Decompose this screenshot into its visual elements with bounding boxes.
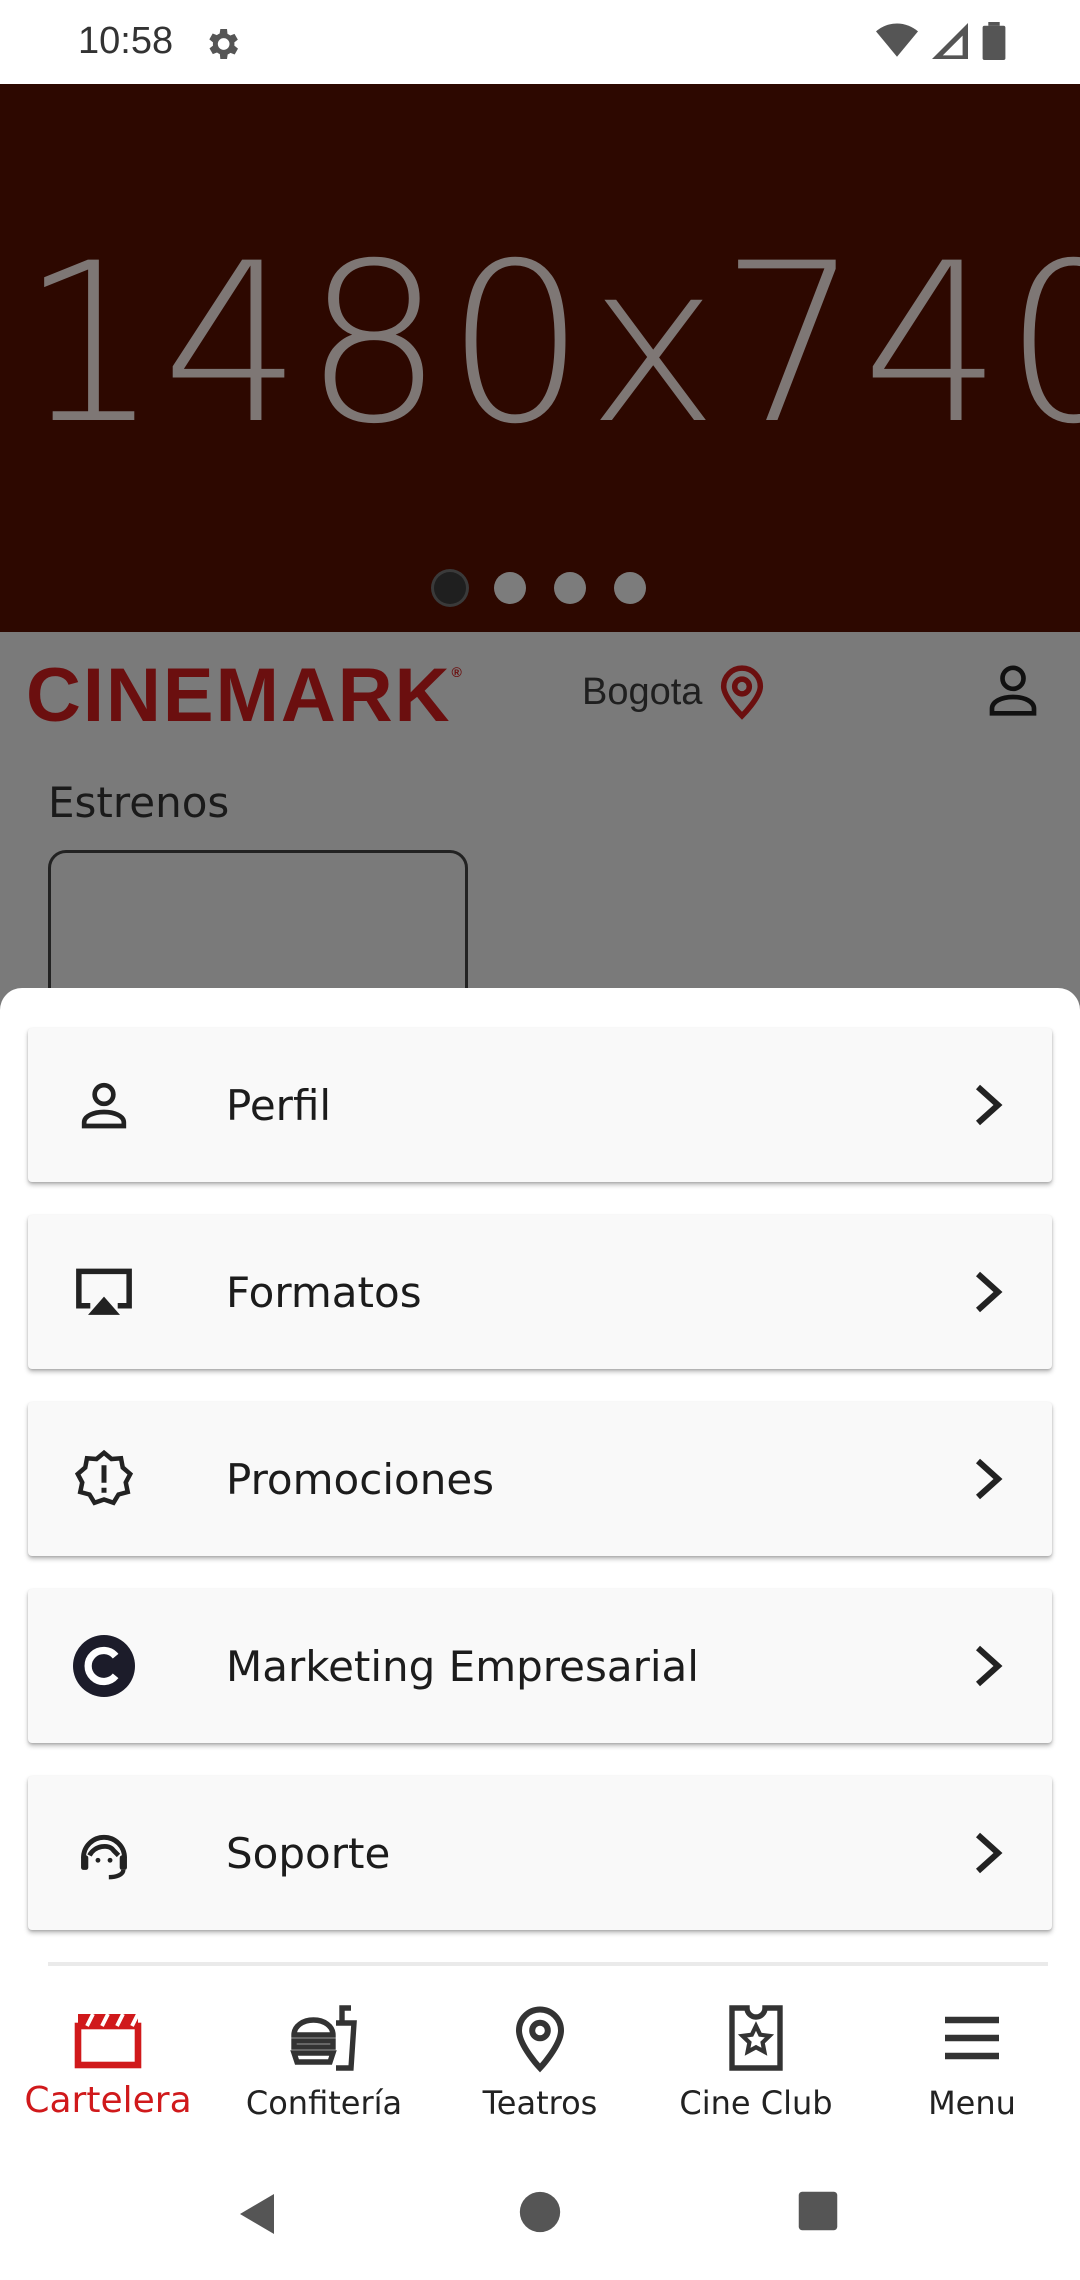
airplay-icon bbox=[72, 1260, 136, 1324]
logo-registered-mark: ® bbox=[451, 664, 464, 680]
banner-carousel[interactable]: 1480x740 bbox=[0, 84, 1080, 632]
nav-item-label: Cine Club bbox=[679, 2084, 833, 2122]
support-agent-icon bbox=[72, 1821, 136, 1885]
nav-item-label: Teatros bbox=[482, 2084, 598, 2122]
food-icon bbox=[290, 2005, 357, 2071]
nav-item-menu[interactable]: Menu bbox=[864, 1968, 1080, 2138]
nav-item-teatros[interactable]: Teatros bbox=[432, 1968, 648, 2138]
screen: 10:58 1480x740 CINEMARK® Bogota Estrenos… bbox=[0, 0, 1080, 2280]
location-pin-icon bbox=[515, 2006, 565, 2073]
menu-item-soporte[interactable]: Soporte bbox=[28, 1776, 1052, 1930]
home-icon[interactable] bbox=[518, 2190, 562, 2234]
signal-icon bbox=[932, 23, 968, 59]
nav-item-label: Cartelera bbox=[24, 2080, 192, 2121]
person-icon bbox=[72, 1073, 136, 1137]
back-icon[interactable] bbox=[234, 2190, 282, 2238]
chevron-right-icon bbox=[975, 1832, 1003, 1874]
menu-item-perfil[interactable]: Perfil bbox=[28, 1028, 1052, 1182]
status-icons bbox=[876, 22, 1006, 60]
recents-icon[interactable] bbox=[797, 2190, 839, 2232]
wifi-icon bbox=[876, 23, 918, 57]
location-pin-icon bbox=[721, 665, 764, 720]
chevron-right-icon bbox=[975, 1271, 1003, 1313]
cinemark-c-icon bbox=[72, 1634, 136, 1698]
menu-item-promociones[interactable]: Promociones bbox=[28, 1402, 1052, 1556]
ticket-star-icon bbox=[729, 2005, 783, 2071]
nav-item-cartelera[interactable]: Cartelera bbox=[0, 1968, 216, 2138]
menu-item-marketing-empresarial[interactable]: Marketing Empresarial bbox=[28, 1589, 1052, 1743]
menu-item-label: Formatos bbox=[226, 1267, 422, 1317]
menu-item-label: Marketing Empresarial bbox=[226, 1641, 699, 1691]
hamburger-icon bbox=[945, 2016, 999, 2060]
gear-icon bbox=[209, 29, 238, 59]
banner-placeholder-text: 1480x740 bbox=[20, 216, 1080, 472]
user-icon[interactable] bbox=[985, 662, 1041, 718]
menu-bottom-sheet: Perfil Formatos Promociones Marketing Em… bbox=[0, 988, 1080, 1968]
nav-item-confiteria[interactable]: Confitería bbox=[216, 1968, 432, 2138]
clapperboard-icon bbox=[74, 2013, 142, 2069]
carousel-dot[interactable] bbox=[614, 572, 646, 604]
status-bar: 10:58 bbox=[0, 0, 1080, 84]
menu-item-label: Soporte bbox=[226, 1828, 391, 1878]
bottom-nav: Cartelera Confitería Teatros Cine Club M… bbox=[0, 1968, 1080, 2138]
menu-item-label: Promociones bbox=[226, 1454, 495, 1504]
battery-icon bbox=[982, 22, 1006, 60]
cinemark-logo: CINEMARK® bbox=[26, 652, 464, 739]
carousel-dot[interactable] bbox=[554, 572, 586, 604]
carousel-dot[interactable] bbox=[494, 572, 526, 604]
nav-item-cine-club[interactable]: Cine Club bbox=[648, 1968, 864, 2138]
nav-item-label: Menu bbox=[928, 2084, 1016, 2122]
chevron-right-icon bbox=[975, 1458, 1003, 1500]
header: CINEMARK® Bogota Estrenos bbox=[0, 632, 1080, 1030]
chevron-right-icon bbox=[975, 1645, 1003, 1687]
chevron-right-icon bbox=[975, 1084, 1003, 1126]
logo-text: CINEMARK bbox=[26, 653, 452, 738]
carousel-dot[interactable] bbox=[434, 572, 466, 604]
system-nav-bar bbox=[0, 2138, 1080, 2280]
menu-item-formatos[interactable]: Formatos bbox=[28, 1215, 1052, 1369]
city-label: Bogota bbox=[582, 670, 703, 713]
menu-item-label: Perfil bbox=[226, 1080, 332, 1130]
section-title: Estrenos bbox=[48, 778, 230, 827]
carousel-dots bbox=[0, 572, 1080, 604]
divider bbox=[48, 1962, 1048, 1966]
city-selector[interactable]: Bogota bbox=[582, 664, 764, 720]
badge-alert-icon bbox=[72, 1447, 136, 1511]
nav-item-label: Confitería bbox=[245, 2084, 403, 2122]
status-time: 10:58 bbox=[78, 20, 174, 62]
